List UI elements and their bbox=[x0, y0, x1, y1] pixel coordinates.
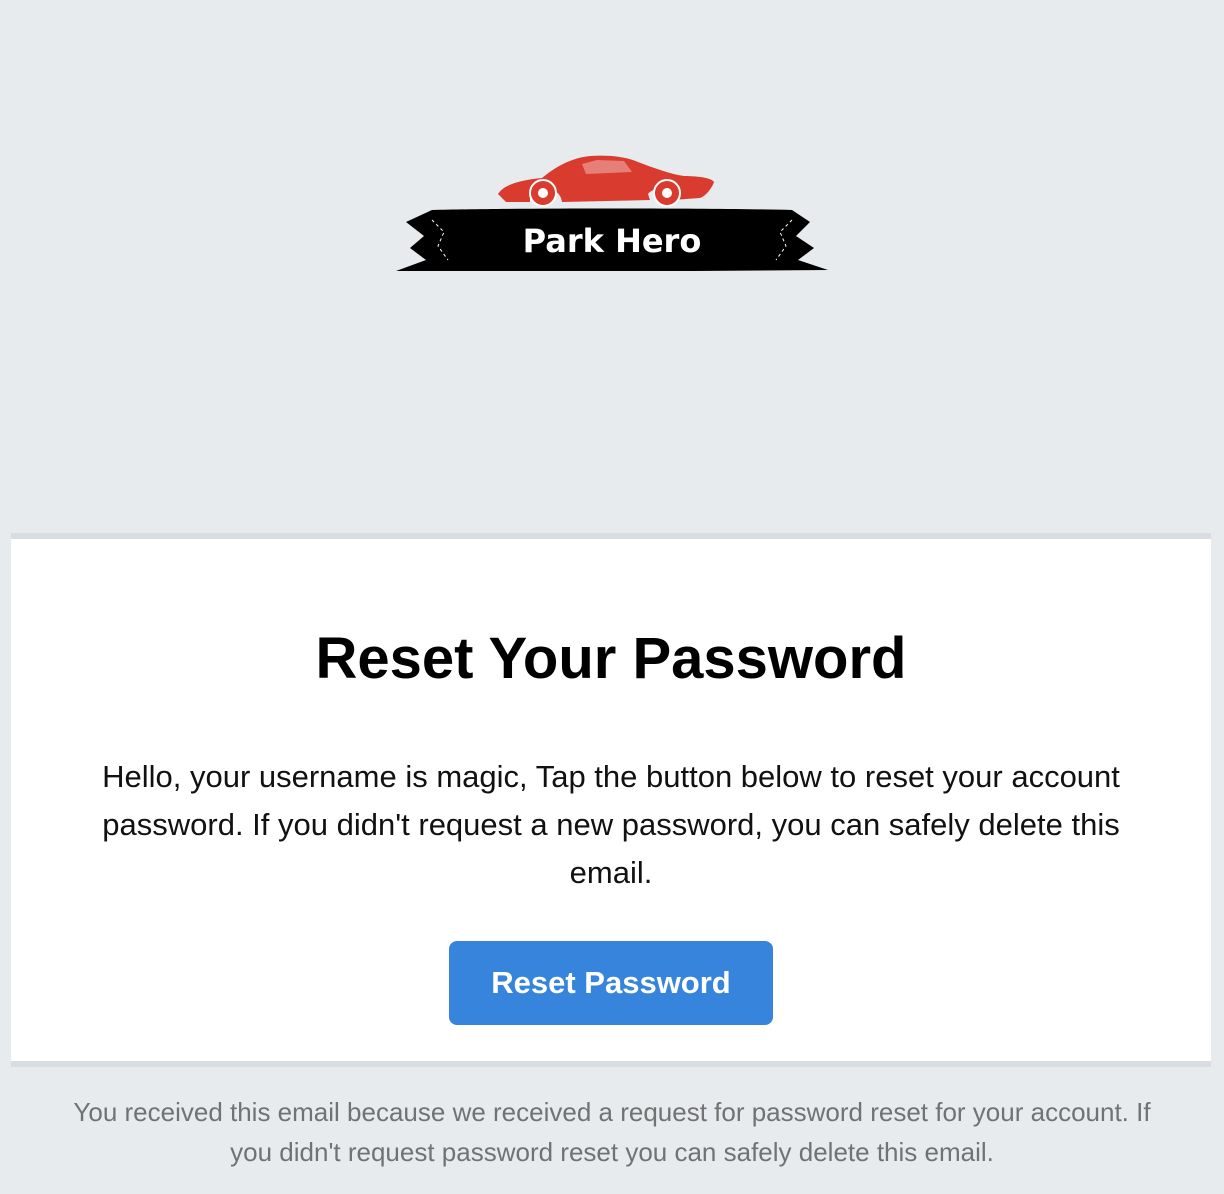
page-title: Reset Your Password bbox=[315, 626, 907, 691]
reset-password-button[interactable]: Reset Password bbox=[449, 941, 773, 1025]
brand-name: Park Hero bbox=[523, 222, 702, 260]
reset-card: Reset Your Password Hello, your username… bbox=[11, 533, 1211, 1067]
ribbon-banner: Park Hero bbox=[396, 208, 828, 271]
footer-note: You received this email because we recei… bbox=[73, 1097, 1151, 1167]
reset-message: Hello, your username is magic, Tap the b… bbox=[102, 759, 1120, 890]
park-hero-logo: Park Hero bbox=[392, 150, 832, 280]
logo-graphic: Park Hero bbox=[396, 155, 828, 271]
car-icon bbox=[498, 155, 714, 207]
